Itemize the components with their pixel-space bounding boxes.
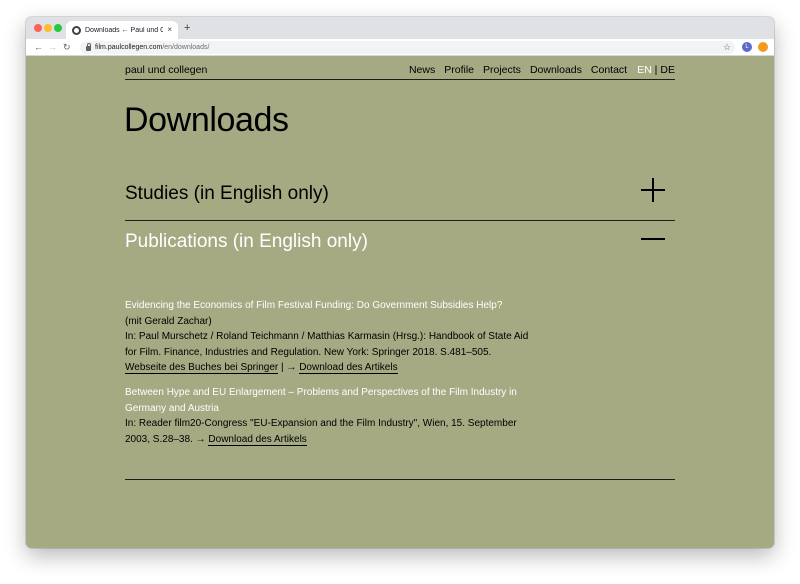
close-icon[interactable]: × <box>167 26 172 34</box>
publication-citation: In: Reader film20-Congress "EU-Expansion… <box>125 416 535 447</box>
nav-profile[interactable]: Profile <box>444 64 474 76</box>
springer-link[interactable]: Webseite des Buches bei Springer <box>125 362 279 374</box>
browser-toolbar: ← → ↻ film.paulcollegen.com/en/downloads… <box>26 39 774 56</box>
plus-icon[interactable] <box>641 178 665 202</box>
reload-icon[interactable]: ↻ <box>63 41 71 53</box>
site-name[interactable]: paul und collegen <box>125 64 207 76</box>
star-icon[interactable]: ☆ <box>723 41 731 53</box>
site-header: paul und collegen News Profile Projects … <box>125 57 675 80</box>
minimize-window-button[interactable] <box>44 24 52 32</box>
new-tab-button[interactable]: + <box>184 22 190 34</box>
url-path: /en/downloads/ <box>162 44 210 51</box>
publication-citation: In: Paul Murschetz / Roland Teichmann / … <box>125 331 529 358</box>
lang-en[interactable]: EN <box>637 64 652 76</box>
section-publications[interactable]: Publications (in English only) <box>125 231 675 253</box>
publication-entry: Between Hype and EU Enlargement – Proble… <box>125 385 535 447</box>
minus-icon[interactable] <box>641 238 665 240</box>
lang-de[interactable]: DE <box>660 64 675 76</box>
nav-news[interactable]: News <box>409 64 435 76</box>
globe-icon <box>72 25 81 35</box>
url-text: film.paulcollegen.com/en/downloads/ <box>95 44 209 51</box>
download-link[interactable]: Download des Artikels <box>299 362 398 374</box>
address-bar[interactable]: film.paulcollegen.com/en/downloads/ <box>80 41 735 54</box>
close-window-button[interactable] <box>34 24 42 32</box>
lang-separator: | <box>654 64 658 76</box>
publication-coauthor: (mit Gerald Zachar) <box>125 315 212 327</box>
profile-avatar[interactable]: L <box>742 42 752 52</box>
nav-downloads[interactable]: Downloads <box>530 64 582 76</box>
page-title: Downloads <box>124 101 289 139</box>
nav-contact[interactable]: Contact <box>591 64 627 76</box>
language-switch: EN | DE <box>637 64 675 76</box>
arrow-right-icon[interactable]: → <box>48 41 57 53</box>
download-link[interactable]: Download des Artikels <box>208 433 307 446</box>
extension-icon[interactable] <box>758 42 768 52</box>
browser-tab[interactable]: Downloads ← Paul und Collegen × <box>66 21 178 39</box>
browser-window: Downloads ← Paul und Collegen × + ← → ↻ … <box>26 17 774 548</box>
nav-projects[interactable]: Projects <box>483 64 521 76</box>
section-studies[interactable]: Studies (in English only) <box>125 178 675 221</box>
url-host: film.paulcollegen.com <box>95 44 163 51</box>
tab-title: Downloads ← Paul und Collegen <box>85 26 164 34</box>
section-title: Publications (in English only) <box>125 231 368 252</box>
web-page: paul und collegen News Profile Projects … <box>26 57 774 548</box>
divider <box>125 479 675 480</box>
link-separator: | → <box>278 362 300 373</box>
section-title: Studies (in English only) <box>125 183 329 204</box>
arrow-left-icon[interactable]: ← <box>34 41 43 53</box>
publication-links: Webseite des Buches bei Springer | → Dow… <box>125 360 535 376</box>
publication-title: Between Hype and EU Enlargement – Proble… <box>125 387 517 414</box>
citation-text: In: Reader film20-Congress "EU-Expansion… <box>125 418 517 445</box>
maximize-window-button[interactable] <box>54 24 62 32</box>
site-nav: News Profile Projects Downloads Contact … <box>400 64 675 76</box>
tab-strip: Downloads ← Paul und Collegen × + <box>26 17 774 39</box>
publication-entry: Evidencing the Economics of Film Festiva… <box>125 298 535 376</box>
lock-icon <box>86 43 91 51</box>
publication-title: Evidencing the Economics of Film Festiva… <box>125 300 503 311</box>
